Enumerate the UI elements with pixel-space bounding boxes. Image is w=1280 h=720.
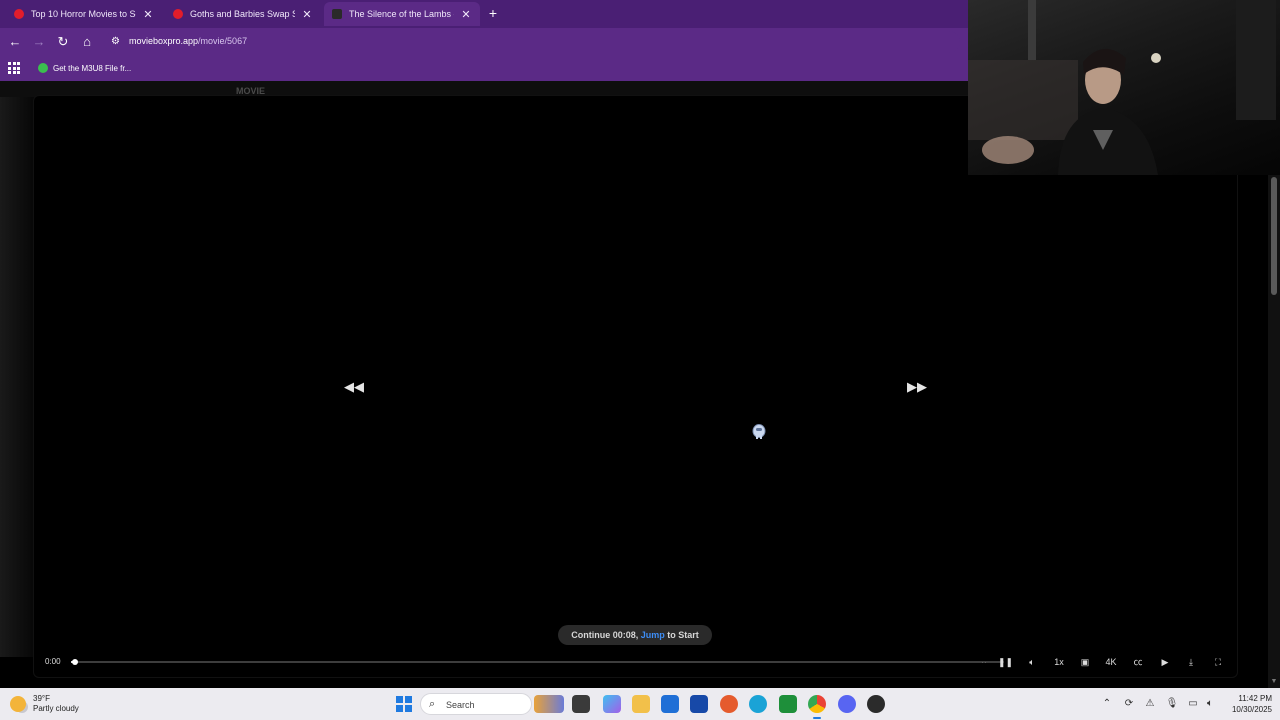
partly-cloudy-icon bbox=[10, 696, 26, 712]
volume-icon[interactable]: 🔈︎ bbox=[1025, 655, 1039, 669]
forward-icon[interactable]: → bbox=[31, 34, 47, 50]
windows-start-icon[interactable] bbox=[396, 696, 412, 712]
clock-date: 10/30/2025 bbox=[1231, 705, 1272, 714]
clock-time: 11:42 PM bbox=[1238, 694, 1272, 703]
bookmarks-bar: Get the M3U8 File fr... bbox=[0, 56, 968, 81]
new-tab-button[interactable]: + bbox=[486, 5, 500, 21]
chrome-icon[interactable] bbox=[808, 695, 826, 719]
microsoft-store-icon[interactable] bbox=[661, 695, 679, 713]
taskbar-search[interactable]: ⌕ Search bbox=[420, 693, 532, 715]
progress-handle[interactable] bbox=[72, 659, 78, 665]
tab-title: Top 10 Horror Movies to See Th bbox=[31, 9, 136, 19]
sync-icon[interactable]: ⟳ bbox=[1121, 697, 1137, 711]
weather-condition: Partly cloudy bbox=[33, 704, 79, 713]
tab-bar: Top 10 Horror Movies to See Th ✕ Goths a… bbox=[0, 0, 968, 28]
tab-goths-barbies[interactable]: Goths and Barbies Swap Styles | ✕ bbox=[165, 2, 321, 26]
bookmark-label: Get the M3U8 File fr... bbox=[53, 63, 132, 73]
url-text[interactable]: movieboxpro.app/movie/5067 bbox=[129, 36, 247, 46]
mouse-cursor-icon bbox=[752, 424, 766, 439]
rewind-icon[interactable]: ◀◀ bbox=[344, 380, 364, 394]
visual-studio-code-icon[interactable] bbox=[690, 695, 708, 713]
close-tab-icon[interactable]: ✕ bbox=[301, 8, 313, 21]
network-icon[interactable]: ⚠ bbox=[1142, 697, 1158, 711]
close-tab-icon[interactable]: ✕ bbox=[460, 8, 472, 21]
next-episode-icon[interactable]: ▶ bbox=[1158, 655, 1172, 669]
firefox-icon[interactable] bbox=[720, 695, 738, 713]
browser-toolbar: ← → ↻ ⌂ ⚙ movieboxpro.app/movie/5067 bbox=[0, 28, 968, 56]
continue-watching-prompt: Continue 00:08, Jump to Start bbox=[558, 625, 712, 645]
picture-in-picture-icon[interactable]: ▣ bbox=[1078, 655, 1092, 669]
display-icon[interactable]: ▭ bbox=[1186, 697, 1200, 711]
task-view-icon[interactable] bbox=[572, 695, 590, 713]
weather-temperature: 39°F bbox=[33, 694, 50, 703]
progress-bar[interactable] bbox=[71, 661, 1004, 663]
system-clock[interactable]: 11:42 PM 10/30/2025 bbox=[1222, 693, 1272, 715]
search-icon: ⌕ bbox=[429, 698, 436, 710]
pause-icon[interactable]: ❚❚ bbox=[998, 655, 1013, 669]
microphone-icon[interactable]: 🎙︎ bbox=[1165, 697, 1179, 711]
moviebox-icon bbox=[332, 9, 342, 19]
copilot-icon[interactable] bbox=[603, 695, 621, 713]
file-explorer-icon[interactable] bbox=[632, 695, 650, 713]
captions-icon[interactable]: ㏄ bbox=[1131, 655, 1145, 669]
browser-chrome: Top 10 Horror Movies to See Th ✕ Goths a… bbox=[0, 0, 968, 81]
speaker-icon[interactable]: 🔈︎ bbox=[1202, 697, 1218, 711]
fullscreen-icon[interactable]: ⛶ bbox=[1211, 655, 1225, 669]
tab-title: The Silence of the Lambs - Mov bbox=[349, 9, 454, 19]
obs-icon[interactable] bbox=[867, 695, 885, 713]
webcam-person-image bbox=[968, 0, 1276, 175]
tab-horror-movies[interactable]: Top 10 Horror Movies to See Th ✕ bbox=[6, 2, 162, 26]
weather-widget[interactable]: 39°F Partly cloudy bbox=[10, 693, 79, 715]
settings-icon[interactable]: ·· bbox=[977, 655, 991, 669]
quality-button[interactable]: 4K bbox=[1104, 655, 1118, 669]
youtube-icon bbox=[14, 9, 24, 19]
to-start-text: to Start bbox=[664, 630, 699, 640]
url-path: /movie/5067 bbox=[198, 36, 248, 46]
playback-speed-button[interactable]: 1x bbox=[1052, 655, 1066, 669]
edge-icon[interactable] bbox=[749, 695, 767, 713]
xbox-icon[interactable] bbox=[779, 695, 797, 713]
show-hidden-icons-icon[interactable]: ⌃ bbox=[1100, 697, 1114, 711]
tab-title: Goths and Barbies Swap Styles | bbox=[190, 9, 295, 19]
page-scrollbar[interactable]: ▼ bbox=[1268, 175, 1280, 688]
url-host: movieboxpro.app bbox=[129, 36, 199, 46]
windows-taskbar: 39°F Partly cloudy ⌕ Search ⌃ ⟳ ⚠ 🎙︎ ▭ 🔈︎… bbox=[0, 688, 1280, 720]
player-controls: 0:00 ·· ❚❚ 🔈︎ 1x ▣ 4K ㏄ ▶ ⤓ ⛶ bbox=[38, 652, 1234, 672]
site-settings-icon[interactable]: ⚙ bbox=[111, 35, 123, 49]
fast-forward-icon[interactable]: ▶▶ bbox=[907, 380, 927, 394]
search-label: Search bbox=[446, 700, 475, 710]
bookmark-m3u8[interactable]: Get the M3U8 File fr... bbox=[38, 61, 131, 75]
continue-text: Continue 00:08, bbox=[571, 630, 641, 640]
reload-icon[interactable]: ↻ bbox=[55, 34, 71, 50]
jump-to-start-link[interactable]: Jump bbox=[641, 630, 665, 640]
discord-icon[interactable] bbox=[838, 695, 856, 713]
tab-silence-of-the-lambs[interactable]: The Silence of the Lambs - Mov ✕ bbox=[324, 2, 480, 26]
download-icon[interactable]: ⤓ bbox=[1184, 655, 1198, 669]
apps-grid-icon[interactable] bbox=[8, 62, 20, 74]
scroll-down-icon[interactable]: ▼ bbox=[1270, 678, 1278, 686]
webcam-overlay bbox=[968, 0, 1280, 175]
back-icon[interactable]: ← bbox=[7, 34, 23, 50]
video-player[interactable] bbox=[33, 95, 1238, 678]
copilot-widget-icon[interactable] bbox=[534, 695, 564, 713]
close-tab-icon[interactable]: ✕ bbox=[142, 8, 154, 21]
scrollbar-thumb[interactable] bbox=[1271, 177, 1277, 295]
bookmark-favicon-icon bbox=[38, 63, 48, 73]
home-icon[interactable]: ⌂ bbox=[79, 34, 95, 50]
current-time: 0:00 bbox=[45, 657, 61, 666]
weather-text: 39°F Partly cloudy bbox=[33, 694, 79, 714]
youtube-icon bbox=[173, 9, 183, 19]
address-bar[interactable]: ⚙ movieboxpro.app/movie/5067 bbox=[104, 31, 960, 53]
